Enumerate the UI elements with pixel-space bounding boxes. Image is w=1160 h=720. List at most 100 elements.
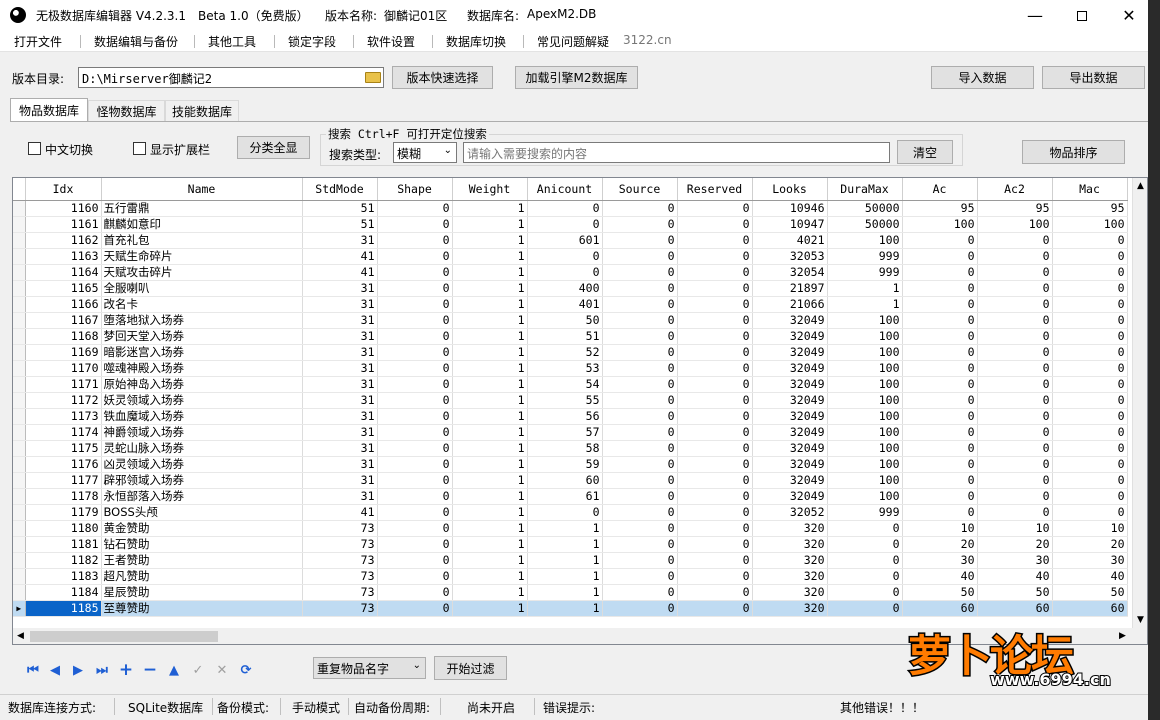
column-header-reserved[interactable]: Reserved	[677, 178, 753, 201]
cell-duramax[interactable]: 100	[827, 440, 903, 457]
cell-stdmode[interactable]: 31	[302, 456, 378, 473]
cell-looks[interactable]: 32052	[752, 504, 828, 521]
cell-name[interactable]: 妖灵领域入场券	[101, 392, 303, 409]
cell-ac2[interactable]: 20	[977, 536, 1053, 553]
cell-name[interactable]: 神爵领域入场券	[101, 424, 303, 441]
cell-idx[interactable]: 1160	[25, 200, 102, 217]
cell-stdmode[interactable]: 73	[302, 552, 378, 569]
cell-idx[interactable]: 1164	[25, 264, 102, 281]
cancel-record-icon[interactable]: ✕	[214, 662, 230, 678]
cell-ac[interactable]: 0	[902, 424, 978, 441]
item-data-grid[interactable]: Idx Name StdMode Shape Weight Anicount Source R…	[12, 177, 1148, 645]
cell-shape[interactable]: 0	[377, 520, 453, 537]
cell-ac[interactable]: 0	[902, 312, 978, 329]
menu-faq[interactable]: 常见问题解疑	[537, 33, 609, 50]
cell-anicount[interactable]: 61	[527, 488, 603, 505]
cell-reserved[interactable]: 0	[677, 472, 753, 489]
cell-source[interactable]: 0	[602, 456, 678, 473]
cell-mac[interactable]: 95	[1052, 200, 1128, 217]
cell-idx[interactable]: 1181	[25, 536, 102, 553]
cell-reserved[interactable]: 0	[677, 328, 753, 345]
cell-looks[interactable]: 32049	[752, 344, 828, 361]
table-row[interactable]: 1179 BOSS头颅 41 0 1 0 0 0 32052 999 0 0 0	[13, 504, 1128, 521]
cell-ac2[interactable]: 10	[977, 520, 1053, 537]
cell-reserved[interactable]: 0	[677, 456, 753, 473]
cell-looks[interactable]: 10946	[752, 200, 828, 217]
cell-mac[interactable]: 0	[1052, 312, 1128, 329]
cell-name[interactable]: 原始神岛入场券	[101, 376, 303, 393]
cell-idx[interactable]: 1180	[25, 520, 102, 537]
cell-reserved[interactable]: 0	[677, 280, 753, 297]
cell-source[interactable]: 0	[602, 536, 678, 553]
cell-ac2[interactable]: 0	[977, 232, 1053, 249]
cell-looks[interactable]: 21897	[752, 280, 828, 297]
table-row[interactable]: 1161 麒麟如意印 51 0 1 0 0 0 10947 50000 100 100 100	[13, 216, 1128, 233]
cell-source[interactable]: 0	[602, 344, 678, 361]
cell-reserved[interactable]: 0	[677, 376, 753, 393]
table-row[interactable]: 1175 灵蛇山脉入场券 31 0 1 58 0 0 32049 100 0 0 0	[13, 440, 1128, 457]
cell-idx[interactable]: 1167	[25, 312, 102, 329]
cell-idx[interactable]: 1179	[25, 504, 102, 521]
cell-source[interactable]: 0	[602, 600, 678, 617]
cell-duramax[interactable]: 999	[827, 504, 903, 521]
cell-looks[interactable]: 320	[752, 536, 828, 553]
cell-anicount[interactable]: 0	[527, 200, 603, 217]
column-header-source[interactable]: Source	[602, 178, 678, 201]
cell-ac2[interactable]: 0	[977, 376, 1053, 393]
cell-stdmode[interactable]: 51	[302, 216, 378, 233]
cell-name[interactable]: 超凡赞助	[101, 568, 303, 585]
insert-record-icon[interactable]: +	[118, 660, 134, 680]
cell-ac[interactable]: 0	[902, 408, 978, 425]
cell-reserved[interactable]: 0	[677, 536, 753, 553]
row-indicator[interactable]	[13, 248, 26, 265]
refresh-icon[interactable]: ⟳	[238, 662, 254, 678]
cell-ac2[interactable]: 0	[977, 504, 1053, 521]
row-indicator[interactable]	[13, 488, 26, 505]
cell-ac[interactable]: 0	[902, 440, 978, 457]
search-input[interactable]: 请输入需要搜索的内容	[463, 142, 890, 163]
cell-mac[interactable]: 0	[1052, 264, 1128, 281]
cell-reserved[interactable]: 0	[677, 392, 753, 409]
cell-shape[interactable]: 0	[377, 568, 453, 585]
cell-stdmode[interactable]: 41	[302, 248, 378, 265]
scroll-thumb[interactable]	[30, 631, 218, 642]
delete-record-icon[interactable]: −	[142, 660, 158, 680]
cell-anicount[interactable]: 1	[527, 600, 603, 617]
cell-name[interactable]: 梦回天堂入场券	[101, 328, 303, 345]
menu-open-file[interactable]: 打开文件	[14, 33, 62, 50]
cell-duramax[interactable]: 0	[827, 552, 903, 569]
cell-shape[interactable]: 0	[377, 216, 453, 233]
cell-ac[interactable]: 0	[902, 232, 978, 249]
row-indicator[interactable]	[13, 200, 26, 217]
cell-reserved[interactable]: 0	[677, 312, 753, 329]
cell-anicount[interactable]: 1	[527, 520, 603, 537]
table-row[interactable]: 1160 五行雷鼎 51 0 1 0 0 0 10946 50000 95 95 95	[13, 200, 1128, 217]
cell-shape[interactable]: 0	[377, 344, 453, 361]
cell-ac[interactable]: 0	[902, 392, 978, 409]
cell-idx[interactable]: 1173	[25, 408, 102, 425]
cell-name[interactable]: 全服喇叭	[101, 280, 303, 297]
cell-source[interactable]: 0	[602, 520, 678, 537]
cell-name[interactable]: 首充礼包	[101, 232, 303, 249]
cell-idx[interactable]: 1171	[25, 376, 102, 393]
row-indicator[interactable]	[13, 392, 26, 409]
cell-stdmode[interactable]: 31	[302, 392, 378, 409]
cell-shape[interactable]: 0	[377, 264, 453, 281]
cell-looks[interactable]: 10947	[752, 216, 828, 233]
cell-ac2[interactable]: 0	[977, 264, 1053, 281]
cell-looks[interactable]: 32053	[752, 248, 828, 265]
cell-duramax[interactable]: 100	[827, 344, 903, 361]
table-row[interactable]: 1166 改名卡 31 0 1 401 0 0 21066 1 0 0 0	[13, 296, 1128, 313]
cell-weight[interactable]: 1	[452, 536, 528, 553]
cell-duramax[interactable]: 100	[827, 408, 903, 425]
cell-anicount[interactable]: 59	[527, 456, 603, 473]
cell-ac2[interactable]: 60	[977, 600, 1053, 617]
cell-name[interactable]: 天赋攻击碎片	[101, 264, 303, 281]
cell-mac[interactable]: 0	[1052, 232, 1128, 249]
row-indicator[interactable]	[13, 424, 26, 441]
cell-weight[interactable]: 1	[452, 552, 528, 569]
cell-idx[interactable]: 1177	[25, 472, 102, 489]
cell-weight[interactable]: 1	[452, 280, 528, 297]
cell-weight[interactable]: 1	[452, 584, 528, 601]
cell-shape[interactable]: 0	[377, 424, 453, 441]
